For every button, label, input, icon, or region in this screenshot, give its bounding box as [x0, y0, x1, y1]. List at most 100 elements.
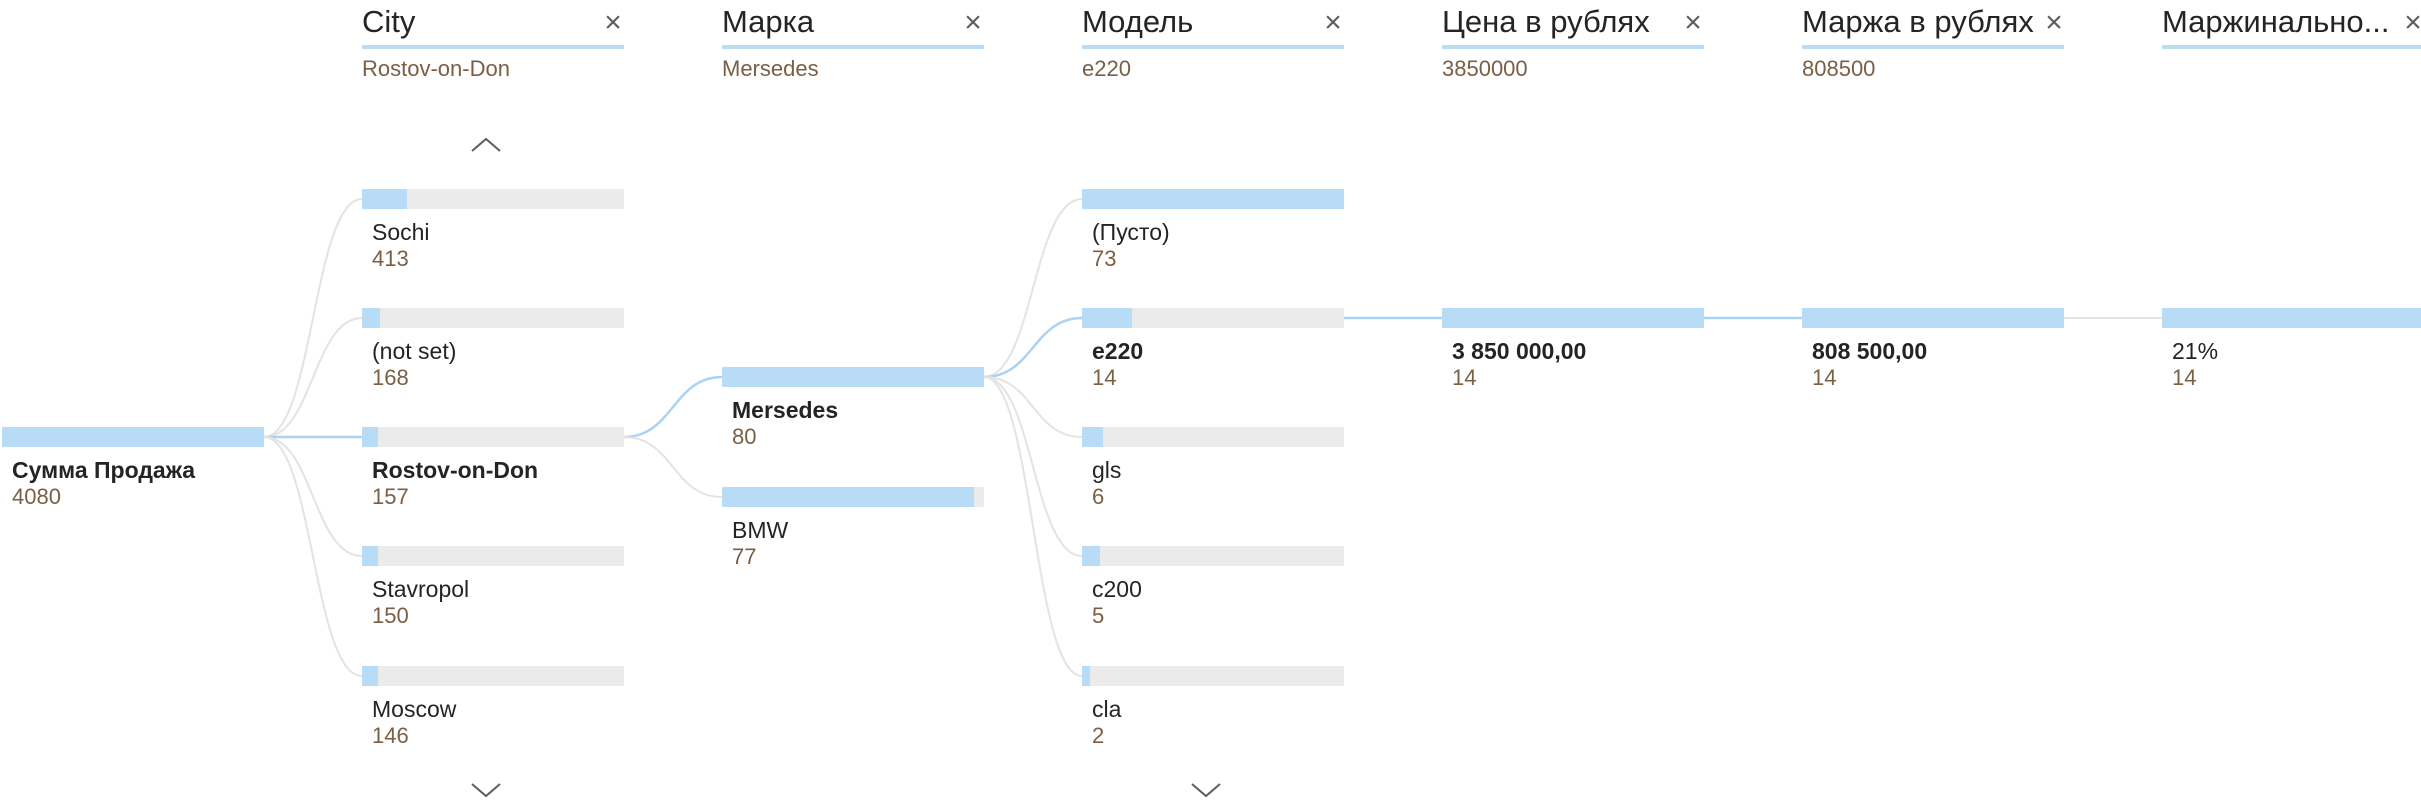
node-bar-fill: [1082, 189, 1344, 209]
price-node[interactable]: 3 850 000,00 14: [1442, 308, 1704, 390]
node-value: 413: [372, 246, 409, 271]
node-bar: [722, 367, 984, 387]
close-icon[interactable]: ×: [1680, 8, 1706, 38]
root-node[interactable]: Сумма Продажа 4080: [2, 427, 264, 509]
close-icon[interactable]: ×: [960, 8, 986, 38]
node-value: 6: [1092, 484, 1105, 509]
column-filter-value: Rostov-on-Don: [362, 56, 510, 81]
node-label: (Пусто): [1092, 219, 1170, 245]
column-underline: [2162, 45, 2421, 49]
node-value: 2: [1092, 723, 1105, 748]
brand-node[interactable]: BMW 77: [722, 487, 984, 569]
node-label: Rostov-on-Don: [372, 457, 539, 483]
node-label: Sochi: [372, 219, 430, 245]
node-label: c200: [1092, 576, 1142, 602]
column-underline: [362, 45, 624, 49]
node-bar: [2162, 308, 2421, 328]
column-filter-value: Mersedes: [722, 56, 819, 81]
node-label: gls: [1092, 457, 1122, 483]
node-bar: [362, 546, 624, 566]
close-icon[interactable]: ×: [2400, 8, 2421, 38]
city-node[interactable]: Moscow 146: [362, 666, 624, 748]
brand-node[interactable]: Mersedes 80: [722, 367, 984, 449]
node-bar-fill: [1082, 546, 1101, 566]
tree-link: [623, 375, 723, 439]
node-value: 146: [372, 723, 409, 748]
node-value: 80: [732, 424, 757, 449]
tree-link: [983, 316, 1083, 379]
column-header-price: Цена в рублях × 3850000: [1442, 0, 1706, 81]
node-bar: [1082, 189, 1344, 209]
node-value: 4080: [12, 484, 61, 509]
node-value: 5: [1092, 603, 1105, 628]
node-bar-fill: [362, 427, 378, 447]
node-bar-fill: [362, 546, 378, 566]
column-filter-value: 808500: [1802, 56, 1876, 81]
city-node[interactable]: Stavropol 150: [362, 546, 624, 628]
node-bar: [362, 308, 624, 328]
margin-node[interactable]: 808 500,00 14: [1802, 308, 2064, 390]
node-value: 150: [372, 603, 409, 628]
marginality-node[interactable]: 21% 14: [2162, 308, 2421, 390]
column-title: Маржа в рублях: [1802, 4, 2034, 39]
column-filter-value: 3850000: [1442, 56, 1528, 81]
model-node[interactable]: e220 14: [1082, 308, 1344, 390]
chevron-up-icon[interactable]: [466, 133, 506, 157]
node-value: 14: [1452, 365, 1477, 390]
close-icon[interactable]: ×: [2041, 8, 2067, 38]
node-value: 77: [732, 544, 757, 569]
node-value: 14: [2172, 365, 2197, 390]
tree-link: [623, 436, 723, 498]
column-title: Цена в рублях: [1442, 4, 1650, 39]
tree-link: [263, 317, 363, 438]
city-node[interactable]: (not set) 168: [362, 308, 624, 390]
city-node[interactable]: Sochi 413: [362, 189, 624, 271]
node-bar: [362, 666, 624, 686]
close-icon[interactable]: ×: [600, 8, 626, 38]
close-icon[interactable]: ×: [1320, 8, 1346, 38]
node-bar-fill: [362, 666, 378, 686]
column-title: Марка: [722, 4, 815, 39]
node-bar-fill: [722, 367, 984, 387]
node-bar-fill: [722, 487, 974, 507]
city-node[interactable]: Rostov-on-Don 157: [362, 427, 624, 509]
column-filter-value: e220: [1082, 56, 1131, 81]
node-value: 168: [372, 365, 409, 390]
column-underline: [722, 45, 984, 49]
model-node[interactable]: cla 2: [1082, 666, 1344, 748]
node-label: Mersedes: [732, 397, 839, 423]
node-bar: [362, 189, 624, 209]
node-bar-fill: [1802, 308, 2064, 328]
tree-link: [983, 376, 1083, 677]
model-node[interactable]: gls 6: [1082, 427, 1344, 509]
node-label: Сумма Продажа: [12, 457, 196, 483]
column-title: Маржинально...: [2162, 4, 2390, 39]
node-label: Moscow: [372, 696, 457, 722]
node-label: Stavropol: [372, 576, 470, 602]
column-header-margin: Маржа в рублях × 808500: [1802, 0, 2067, 81]
chevron-down-icon[interactable]: [466, 778, 506, 802]
node-bar: [1082, 546, 1344, 566]
node-bar-fill: [2162, 308, 2421, 328]
node-bar-fill: [1082, 666, 1090, 686]
tree-link: [263, 436, 363, 677]
model-node[interactable]: c200 5: [1082, 546, 1344, 628]
chevron-down-icon[interactable]: [1186, 778, 1226, 802]
node-bar-fill: [362, 308, 381, 328]
node-value: 73: [1092, 246, 1117, 271]
node-bar: [1082, 666, 1344, 686]
model-node[interactable]: (Пусто) 73: [1082, 189, 1344, 271]
column-header-marginality: Маржинально... ×: [2162, 0, 2421, 80]
node-bar: [1442, 308, 1704, 328]
tree-link: [983, 198, 1083, 378]
node-bar-fill: [1442, 308, 1704, 328]
node-bar: [2, 427, 264, 447]
column-header-brand: Марка × Mersedes: [722, 0, 986, 81]
column-underline: [1442, 45, 1704, 49]
node-bar-fill: [1082, 427, 1103, 447]
node-bar-fill: [2, 427, 264, 447]
node-label: cla: [1092, 696, 1122, 722]
column-underline: [1082, 45, 1344, 49]
node-label: 21%: [2172, 338, 2219, 364]
node-value: 14: [1812, 365, 1837, 390]
